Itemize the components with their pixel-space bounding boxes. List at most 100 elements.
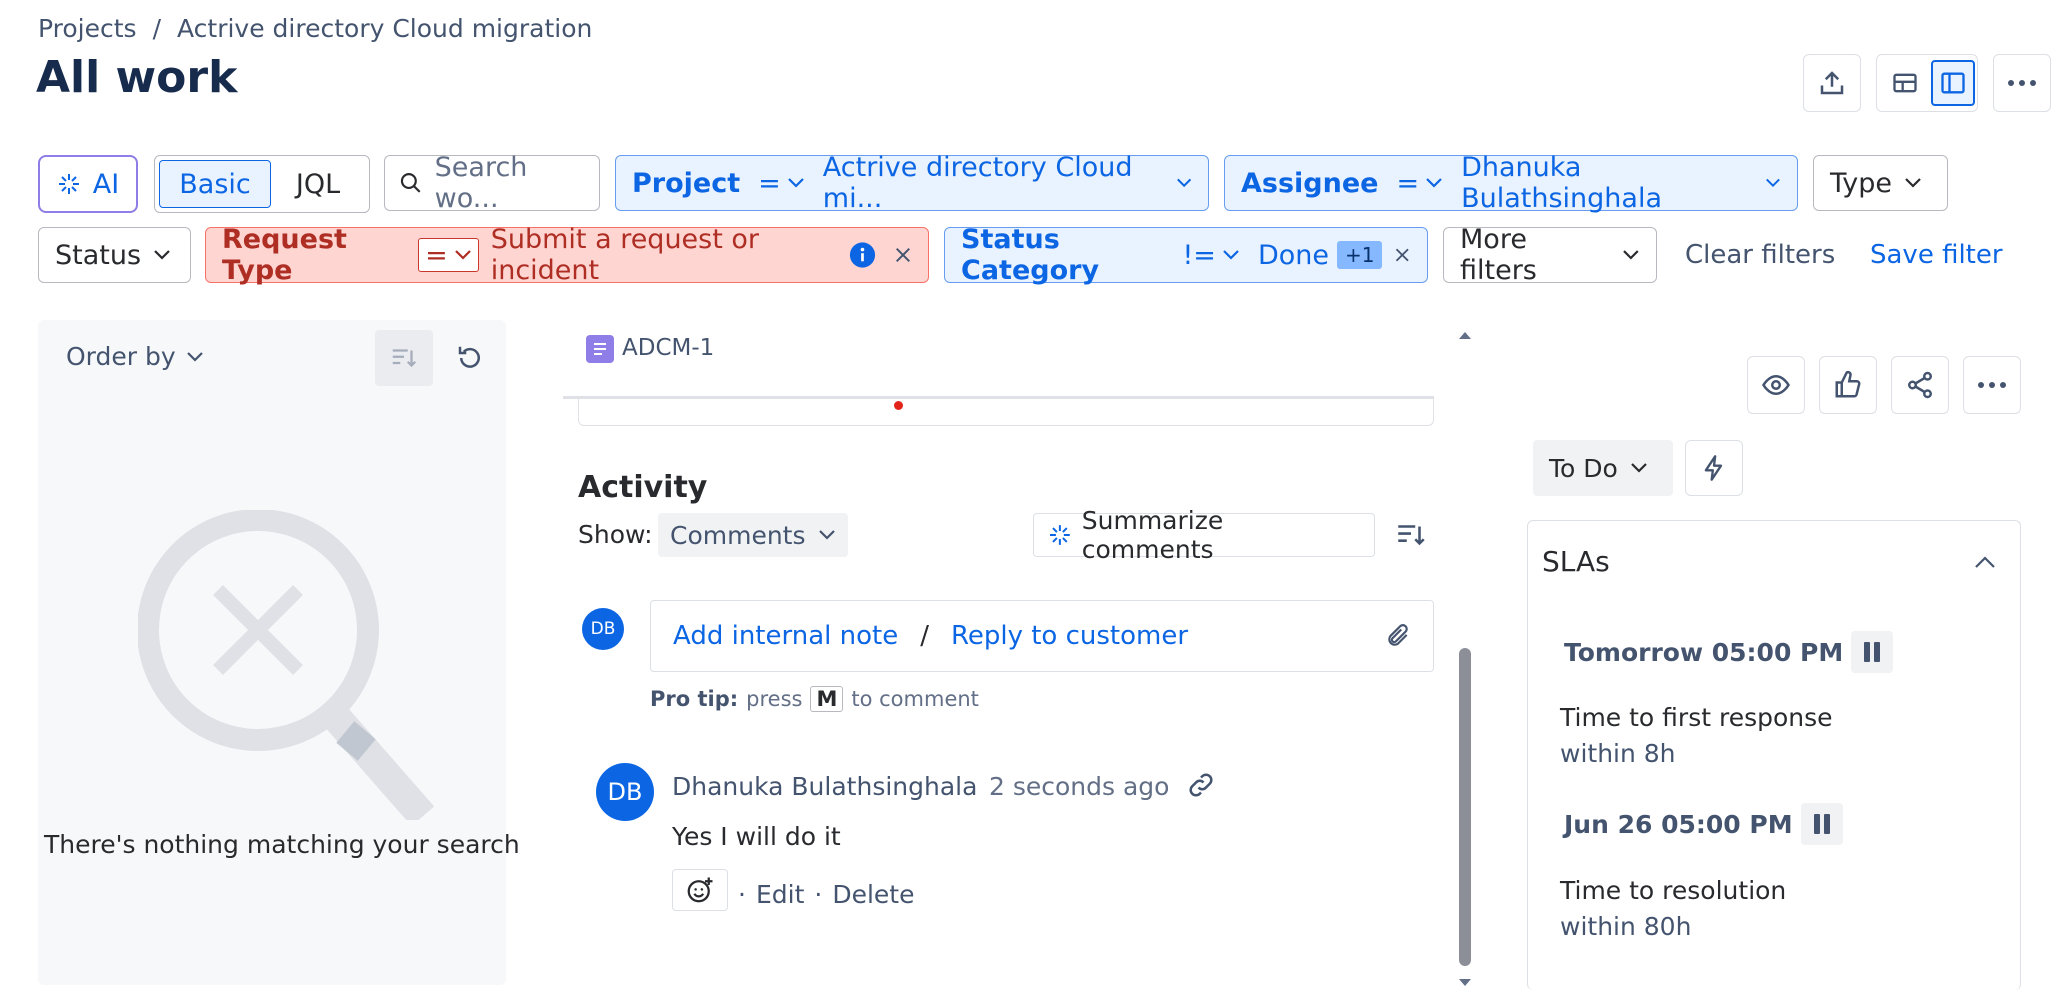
sla-due: Tomorrow 05:00 PM	[1564, 637, 1844, 667]
chevron-down-icon	[818, 530, 835, 540]
project-operator-select[interactable]: =	[752, 166, 811, 200]
automation-button[interactable]	[1685, 440, 1743, 496]
show-filter-select[interactable]: Comments	[658, 513, 848, 557]
summarize-label: Summarize comments	[1081, 506, 1224, 564]
ai-button[interactable]: AI	[38, 155, 138, 213]
pause-icon	[1800, 803, 1843, 845]
comment-composer[interactable]: Add internal note / Reply to customer	[650, 600, 1434, 672]
chevron-down-icon	[1176, 178, 1191, 188]
request-type-operator-select[interactable]: =	[418, 238, 479, 272]
sla-item: Tomorrow 05:00 PM	[1564, 631, 1894, 673]
no-results-magnifier-icon	[138, 510, 435, 820]
breadcrumb-project[interactable]: Actrive directory Cloud migration	[177, 14, 592, 43]
close-icon[interactable]	[1394, 245, 1411, 265]
status-category-filter[interactable]: Status Category != Done +1	[944, 224, 1428, 286]
delete-comment-button[interactable]: Delete	[832, 880, 914, 909]
page-title: All work	[36, 52, 238, 103]
request-type-operator: =	[425, 239, 448, 271]
sla-name: Time to resolution	[1560, 876, 1787, 905]
export-button[interactable]	[1803, 54, 1861, 112]
share-button[interactable]	[1891, 356, 1949, 414]
status-category-field: Status Category	[961, 224, 1100, 286]
comment-author[interactable]: Dhanuka Bulathsinghala	[672, 772, 977, 801]
thumbs-up-icon	[1835, 370, 1861, 398]
pause-icon	[1851, 631, 1894, 673]
scroll-up-icon[interactable]	[1458, 330, 1472, 340]
save-filter-button[interactable]: Save filter	[1870, 240, 2003, 270]
document-icon	[594, 343, 606, 355]
scroll-down-icon[interactable]	[1458, 978, 1472, 988]
watch-button[interactable]	[1747, 356, 1805, 414]
request-type-filter[interactable]: Request Type = Submit a request or incid…	[205, 224, 929, 286]
sla-goal: within 80h	[1560, 912, 1692, 941]
link-icon[interactable]	[1186, 770, 1216, 800]
sort-icon	[392, 349, 417, 368]
issue-list-panel: Order by There's nothing matching your s…	[38, 320, 520, 985]
status-value: To Do	[1549, 453, 1618, 483]
keyboard-key: M	[810, 686, 844, 712]
jql-mode-button[interactable]: JQL	[271, 160, 365, 208]
clear-filters-button[interactable]: Clear filters	[1685, 240, 1835, 270]
vote-button[interactable]	[1819, 356, 1877, 414]
status-category-operator-select[interactable]: !=	[1176, 238, 1245, 272]
project-filter[interactable]: Project = Actrive directory Cloud mi...	[615, 152, 1209, 214]
more-actions-button[interactable]	[1993, 54, 2051, 112]
add-reaction-button[interactable]	[672, 869, 728, 911]
sparkle-icon	[58, 174, 79, 194]
basic-mode-button[interactable]: Basic	[159, 160, 271, 208]
reply-to-customer-button[interactable]: Reply to customer	[951, 621, 1188, 651]
order-by-label: Order by	[66, 342, 176, 371]
more-filters-label: More filters	[1460, 224, 1537, 286]
show-filter-value: Comments	[670, 520, 806, 550]
basic-label: Basic	[179, 168, 251, 200]
status-category-value: Done	[1257, 239, 1329, 271]
assignee-filter-field: Assignee	[1241, 167, 1379, 199]
chevron-down-icon	[1905, 178, 1921, 188]
upload-icon	[1820, 71, 1844, 95]
sort-comments-icon[interactable]	[1394, 518, 1428, 552]
assignee-filter[interactable]: Assignee = Dhanuka Bulathsinghala	[1224, 152, 1798, 214]
issue-key-link[interactable]: ADCM-1	[622, 335, 714, 361]
detail-scrollbar[interactable]	[1458, 332, 1472, 986]
chevron-down-icon	[186, 351, 203, 362]
more-filters-button[interactable]: More filters	[1443, 224, 1657, 286]
chevron-up-icon[interactable]	[1974, 555, 1996, 569]
jql-label: JQL	[295, 168, 341, 200]
edit-comment-button[interactable]: Edit	[756, 880, 804, 909]
detail-view-button[interactable]	[1931, 60, 1975, 106]
issue-type-icon	[586, 335, 614, 363]
comment-body: Yes I will do it	[672, 822, 841, 851]
summarize-comments-button[interactable]: Summarize comments	[1033, 506, 1375, 564]
search-input[interactable]: Search wo...	[384, 152, 600, 214]
list-view-button[interactable]	[1883, 61, 1927, 105]
refresh-button[interactable]	[450, 338, 490, 378]
table-icon	[1893, 73, 1917, 93]
issue-more-button[interactable]	[1963, 356, 2021, 414]
status-filter[interactable]: Status	[38, 227, 191, 283]
project-operator: =	[758, 167, 781, 199]
eye-icon	[1762, 374, 1790, 396]
close-icon[interactable]	[894, 245, 912, 265]
sort-direction-button[interactable]	[375, 330, 433, 386]
show-label: Show:	[578, 520, 653, 549]
pro-tip-label: Pro tip:	[650, 687, 739, 711]
request-type-value: Submit a request or incident	[490, 224, 760, 286]
chevron-down-icon	[1631, 463, 1647, 473]
empty-state-message: There's nothing matching your search	[44, 830, 520, 859]
status-category-operator: !=	[1182, 239, 1216, 271]
chevron-down-icon	[154, 250, 170, 260]
emoji-add-icon	[687, 877, 713, 903]
activity-heading: Activity	[578, 470, 708, 505]
status-transition-select[interactable]: To Do	[1533, 440, 1673, 496]
info-icon[interactable]	[849, 240, 876, 270]
order-by-button[interactable]: Order by	[66, 342, 204, 371]
attachment-icon[interactable]	[1385, 623, 1411, 649]
split-view-icon	[1941, 72, 1965, 94]
search-icon	[400, 173, 421, 193]
add-internal-note-button[interactable]: Add internal note	[673, 621, 898, 651]
project-filter-field: Project	[632, 167, 741, 199]
type-filter[interactable]: Type	[1813, 155, 1948, 211]
assignee-operator-select[interactable]: =	[1390, 166, 1449, 200]
breadcrumb-projects[interactable]: Projects	[38, 14, 137, 43]
scrollbar-thumb[interactable]	[1459, 648, 1471, 966]
